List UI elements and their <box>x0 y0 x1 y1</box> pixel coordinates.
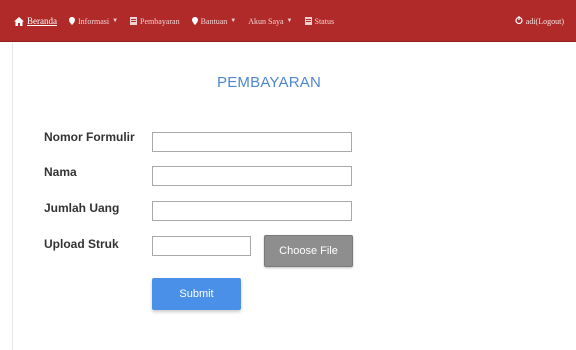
logout-link[interactable]: adi(Logout) <box>515 0 564 42</box>
nomor-formulir-label: Nomor Formulir <box>44 130 135 144</box>
nav-item-status[interactable]: Status <box>304 16 335 26</box>
nav-item-label: Status <box>314 16 335 26</box>
nav-item-informasi[interactable]: Informasi ▼ <box>68 16 119 26</box>
nav-item-label: Bantuan <box>200 16 228 26</box>
caret-down-icon: ▼ <box>286 18 293 24</box>
nav-item-label: Pembayaran <box>140 16 180 26</box>
upload-struk-filename-field[interactable] <box>152 236 251 256</box>
document-icon <box>130 17 138 25</box>
nav-item-label: Beranda <box>27 16 57 26</box>
logout-label: adi(Logout) <box>525 16 564 26</box>
jumlah-uang-label: Jumlah Uang <box>44 201 120 215</box>
nama-input[interactable] <box>152 166 352 186</box>
home-icon <box>14 16 24 26</box>
page-title: PEMBAYARAN <box>217 74 321 91</box>
upload-struk-label: Upload Struk <box>44 237 119 251</box>
nav-item-label: Informasi <box>77 16 110 26</box>
caret-down-icon: ▼ <box>112 18 119 24</box>
nomor-formulir-input[interactable] <box>152 132 352 152</box>
choose-file-button[interactable]: Choose File <box>264 235 353 267</box>
document-icon <box>304 17 312 25</box>
top-navbar: Beranda Informasi ▼ Pembayaran Bantuan ▼… <box>0 0 576 42</box>
nav-item-beranda[interactable]: Beranda <box>14 16 57 26</box>
pin-icon <box>68 17 75 25</box>
pin-icon <box>191 17 198 25</box>
nav-menu: Beranda Informasi ▼ Pembayaran Bantuan ▼… <box>14 0 334 42</box>
nav-item-label: Akun Saya <box>248 16 284 26</box>
submit-button[interactable]: Submit <box>152 278 241 310</box>
nav-item-pembayaran[interactable]: Pembayaran <box>130 17 180 26</box>
nama-label: Nama <box>44 165 77 179</box>
caret-down-icon: ▼ <box>230 18 237 24</box>
nav-item-akun-saya[interactable]: Akun Saya ▼ <box>248 17 292 26</box>
power-icon <box>515 16 523 26</box>
nav-item-bantuan[interactable]: Bantuan ▼ <box>191 16 237 26</box>
jumlah-uang-input[interactable] <box>152 201 352 221</box>
